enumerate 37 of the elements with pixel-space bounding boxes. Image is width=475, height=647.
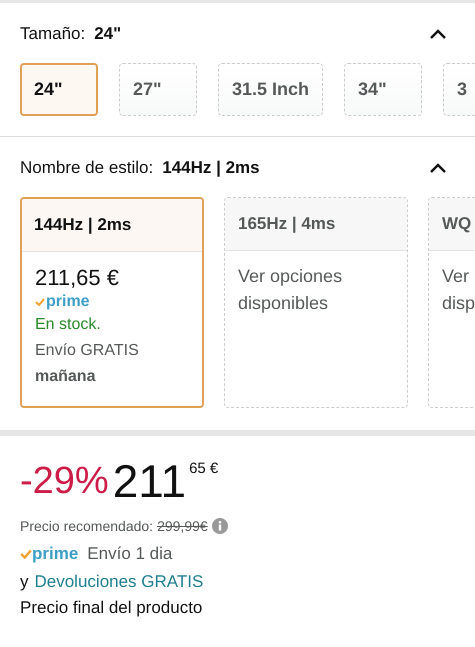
style-option-card[interactable]: WQ Ver disp [428,197,475,408]
size-label: Tamaño: [20,24,86,44]
style-option-title: 165Hz | 4ms [238,214,336,234]
list-price: 299,99€ [157,518,208,534]
final-price-note: Precio final del producto [20,598,202,618]
size-option[interactable]: 3 [443,63,475,116]
prime-label: prime [32,544,78,564]
size-value: 24" [94,24,122,44]
info-icon[interactable] [212,518,228,534]
check-icon [20,549,32,559]
style-label: Nombre de estilo: [20,158,154,178]
size-option[interactable]: 24" [20,63,98,116]
size-option[interactable]: 31.5 Inch [218,63,324,116]
price-fraction: 65 € [189,460,218,477]
chevron-icon[interactable] [430,28,446,38]
style-option-title: 144Hz | 2ms [34,215,132,235]
options-text: Ver opciones disponibles [238,265,342,315]
discount-percent: -29% [20,459,109,504]
size-option[interactable]: 34" [344,63,422,116]
check-icon [35,298,45,306]
shipping-text: Envío GRATIS [35,341,139,361]
returns-prefix: y [20,572,28,592]
size-option[interactable]: 27" [119,63,197,116]
price-whole: 211 [112,458,186,504]
returns-link[interactable]: Devoluciones GRATIS [34,572,204,592]
chevron-icon[interactable] [430,162,446,172]
style-option-card[interactable]: 165Hz | 4ms Ver opciones disponibles [224,197,408,408]
delivery-text: Envío 1 dia [87,544,172,564]
style-option-card[interactable]: 144Hz | 2ms 211,65 € prime En stock. Envío GRATIS mañana [20,197,204,408]
stock-status: En stock. [35,315,101,335]
list-price-label: Precio recomendado: [20,518,154,534]
delivery-day: mañana [35,364,96,390]
style-value: 144Hz | 2ms [162,158,260,178]
style-option-title: WQ [442,214,472,234]
option-price: 211,65 € [35,264,120,292]
options-text: Ver disp [442,265,475,315]
prime-label: prime [46,292,90,312]
